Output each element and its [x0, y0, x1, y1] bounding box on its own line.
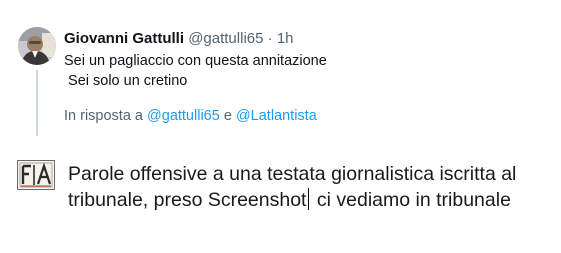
comment-text-part: ci vediamo in tribunale	[311, 189, 511, 211]
tweet-text: Sei un pagliaccio con questa annitazione…	[64, 53, 327, 89]
tweet-header: Giovanni Gattulli @gattulli65 · 1h	[64, 30, 294, 48]
reply-context: In risposta a @gattulli65 e @Latlantista	[64, 106, 317, 126]
user-handle[interactable]: @gattulli65	[188, 30, 263, 47]
reply-prefix: In risposta a	[64, 108, 143, 124]
fia-logo-icon	[17, 160, 55, 190]
mention-link[interactable]: @gattulli65	[147, 108, 220, 124]
separator-dot: ·	[267, 30, 273, 47]
avatar-photo-icon	[18, 27, 56, 65]
tweet-time[interactable]: 1h	[277, 30, 294, 47]
mention-link[interactable]: @Latlantista	[236, 108, 317, 124]
avatar[interactable]	[18, 27, 56, 65]
comment-text: Parole offensive a una testata giornalis…	[68, 161, 556, 213]
text-cursor	[308, 188, 310, 210]
reply-conjunction: e	[223, 108, 232, 124]
thread-line	[36, 70, 38, 136]
display-name[interactable]: Giovanni Gattulli	[64, 30, 184, 47]
